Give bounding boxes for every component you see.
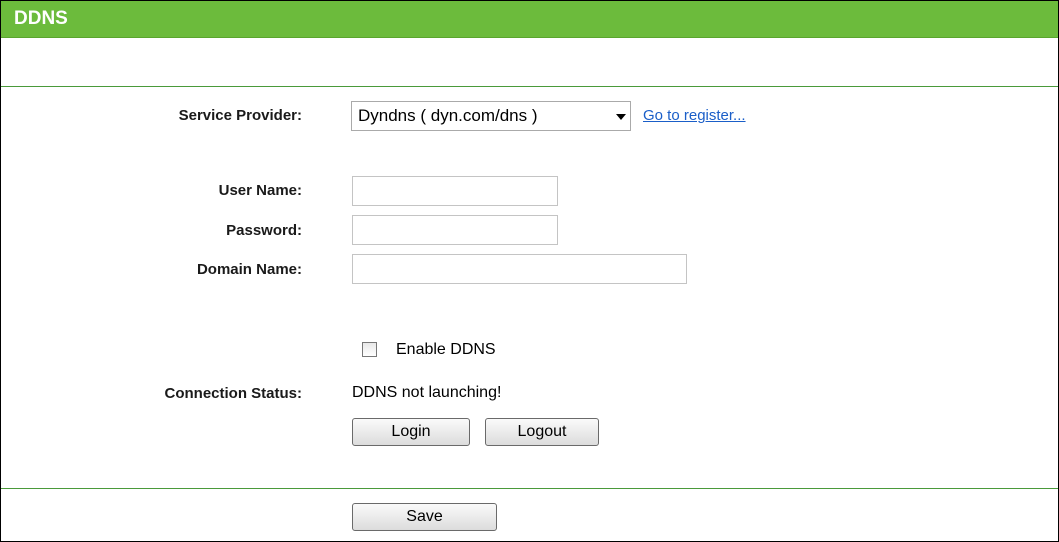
user-name-label: User Name: <box>218 182 302 199</box>
page-title: DDNS <box>14 8 68 29</box>
service-provider-selected-value: Dyndns ( dyn.com/dns ) <box>358 106 538 125</box>
dropdown-arrow-icon <box>616 114 626 120</box>
password-label: Password: <box>226 222 302 239</box>
bottom-divider <box>1 488 1058 489</box>
top-divider <box>1 86 1058 87</box>
user-name-input[interactable] <box>352 176 558 206</box>
save-button[interactable]: Save <box>352 503 497 531</box>
logout-button[interactable]: Logout <box>485 418 599 446</box>
page-header: DDNS <box>1 1 1058 38</box>
service-provider-label: Service Provider: <box>178 107 302 124</box>
enable-ddns-label: Enable DDNS <box>396 341 496 358</box>
password-input[interactable] <box>352 215 558 245</box>
service-provider-select[interactable]: Dyndns ( dyn.com/dns ) <box>351 101 631 131</box>
enable-ddns-checkbox[interactable] <box>362 342 377 357</box>
domain-name-input[interactable] <box>352 254 687 284</box>
connection-status-value: DDNS not launching! <box>352 384 502 401</box>
ddns-panel: DDNS Service Provider: Dyndns ( dyn.com/… <box>0 0 1059 542</box>
domain-name-label: Domain Name: <box>196 261 302 278</box>
connection-status-label: Connection Status: <box>164 385 303 402</box>
go-to-register-link[interactable]: Go to register... <box>643 107 746 124</box>
login-button[interactable]: Login <box>352 418 470 446</box>
